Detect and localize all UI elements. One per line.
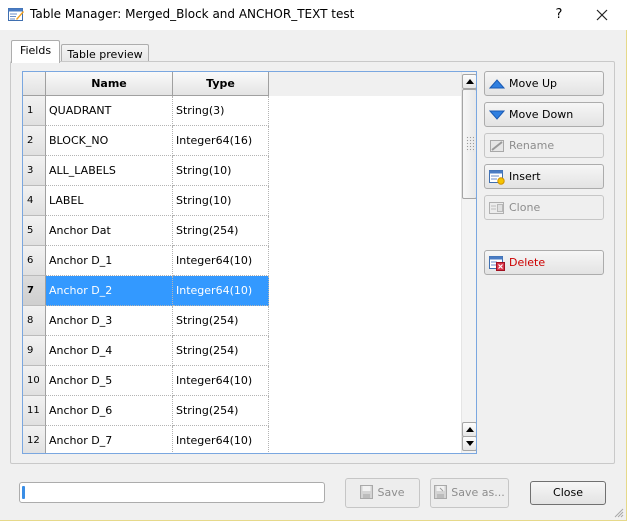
field-name-cell[interactable]: Anchor Dat <box>46 216 173 246</box>
resize-grip-icon[interactable] <box>614 508 624 518</box>
table-row[interactable]: 9 Anchor D_4 String(254) <box>23 336 269 366</box>
field-type-cell[interactable]: String(254) <box>173 216 269 246</box>
grip-icon <box>466 136 474 152</box>
field-type-cell[interactable]: String(3) <box>173 96 269 126</box>
scroll-up-button[interactable] <box>462 74 476 89</box>
progress-bar <box>19 482 325 503</box>
rename-icon <box>490 140 504 152</box>
table-manager-app-icon <box>8 8 24 21</box>
close-button[interactable]: Close <box>530 481 606 505</box>
field-name-cell[interactable]: BLOCK_NO <box>46 126 173 156</box>
row-number-header[interactable]: 2 <box>23 126 46 156</box>
table-row[interactable]: 10 Anchor D_5 Integer64(10) <box>23 366 269 396</box>
arrow-up-icon <box>466 427 474 432</box>
field-type-cell[interactable]: Integer64(16) <box>173 126 269 156</box>
field-type-cell[interactable]: String(254) <box>173 396 269 426</box>
save-as-button[interactable]: Save as... <box>430 478 509 508</box>
table-row[interactable]: 8 Anchor D_3 String(254) <box>23 306 269 336</box>
row-number-header[interactable]: 10 <box>23 366 46 396</box>
save-icon <box>360 485 374 499</box>
arrow-down-icon <box>466 441 474 446</box>
delete-button[interactable]: Delete <box>484 250 604 275</box>
move-down-button[interactable]: Move Down <box>484 102 604 127</box>
table-row[interactable]: 12 Anchor D_7 Integer64(10) <box>23 426 269 453</box>
field-name-cell[interactable]: Anchor D_2 <box>46 276 173 306</box>
field-type-cell[interactable]: Integer64(10) <box>173 276 269 306</box>
delete-label: Delete <box>509 256 546 269</box>
move-up-button[interactable]: Move Up <box>484 71 604 96</box>
row-number-header[interactable]: 4 <box>23 186 46 216</box>
table-row[interactable]: 1 QUADRANT String(3) <box>23 96 269 126</box>
row-number-header[interactable]: 3 <box>23 156 46 186</box>
row-number-header[interactable]: 12 <box>23 426 46 453</box>
field-name-cell[interactable]: Anchor D_7 <box>46 426 173 453</box>
row-number-header[interactable]: 8 <box>23 306 46 336</box>
table-manager-window: Table Manager: Merged_Block and ANCHOR_T… <box>0 0 627 521</box>
field-type-cell[interactable]: String(10) <box>173 156 269 186</box>
rename-button[interactable]: Rename <box>484 133 604 158</box>
scroll-down-button[interactable] <box>462 436 476 451</box>
field-name-cell[interactable]: LABEL <box>46 186 173 216</box>
save-button[interactable]: Save <box>345 478 420 508</box>
select-all-corner[interactable] <box>23 72 46 96</box>
table-row[interactable]: 7 Anchor D_2 Integer64(10) <box>23 276 269 306</box>
table-header: Name Type <box>23 72 476 96</box>
field-name-cell[interactable]: ALL_LABELS <box>46 156 173 186</box>
table-row[interactable]: 11 Anchor D_6 String(254) <box>23 396 269 426</box>
field-name-cell[interactable]: Anchor D_5 <box>46 366 173 396</box>
table-row[interactable]: 5 Anchor Dat String(254) <box>23 216 269 246</box>
fields-table: Name Type 1 QUADRANT String(3) 2 BLOCK_NO Int… <box>22 71 477 454</box>
table-row[interactable]: 6 Anchor D_1 Integer64(10) <box>23 246 269 276</box>
clone-button[interactable]: Clone <box>484 195 604 220</box>
save-as-label: Save as... <box>451 486 505 499</box>
header-filler <box>269 72 461 96</box>
clone-icon <box>489 202 504 214</box>
row-number-header[interactable]: 5 <box>23 216 46 246</box>
field-type-cell[interactable]: String(10) <box>173 186 269 216</box>
column-header-type[interactable]: Type <box>173 72 269 96</box>
table-row[interactable]: 4 LABEL String(10) <box>23 186 269 216</box>
insert-label: Insert <box>509 170 541 183</box>
save-label: Save <box>377 486 405 499</box>
column-header-name[interactable]: Name <box>46 72 173 96</box>
field-name-cell[interactable]: Anchor D_6 <box>46 396 173 426</box>
table-row[interactable]: 2 BLOCK_NO Integer64(16) <box>23 126 269 156</box>
move-down-label: Move Down <box>509 108 574 121</box>
field-type-cell[interactable]: Integer64(10) <box>173 246 269 276</box>
insert-field-icon <box>489 170 505 185</box>
table-row[interactable]: 3 ALL_LABELS String(10) <box>23 156 269 186</box>
field-type-cell[interactable]: String(254) <box>173 336 269 366</box>
arrow-up-icon <box>489 79 505 89</box>
window-close-button[interactable] <box>588 3 616 27</box>
scroll-page-up-button[interactable] <box>462 422 476 437</box>
row-number-header[interactable]: 6 <box>23 246 46 276</box>
arrow-up-icon <box>466 79 474 84</box>
insert-button[interactable]: Insert <box>484 164 604 189</box>
progress-indicator <box>22 486 25 499</box>
title-bar: Table Manager: Merged_Block and ANCHOR_T… <box>0 0 627 30</box>
rename-label: Rename <box>509 139 555 152</box>
delete-field-icon <box>489 256 505 271</box>
field-name-cell[interactable]: Anchor D_4 <box>46 336 173 366</box>
row-number-header[interactable]: 11 <box>23 396 46 426</box>
row-number-header[interactable]: 1 <box>23 96 46 126</box>
save-as-icon <box>434 485 448 499</box>
row-number-header[interactable]: 7 <box>23 276 46 306</box>
field-type-cell[interactable]: Integer64(10) <box>173 366 269 396</box>
arrow-down-icon <box>489 110 505 120</box>
window-title: Table Manager: Merged_Block and ANCHOR_T… <box>30 7 355 21</box>
row-number-header[interactable]: 9 <box>23 336 46 366</box>
vertical-scrollbar[interactable] <box>461 72 476 453</box>
scrollbar-thumb[interactable] <box>462 89 476 199</box>
tab-fields[interactable]: Fields <box>11 40 60 63</box>
clone-label: Clone <box>509 201 541 214</box>
close-icon <box>596 9 608 21</box>
field-type-cell[interactable]: Integer64(10) <box>173 426 269 453</box>
field-name-cell[interactable]: QUADRANT <box>46 96 173 126</box>
field-name-cell[interactable]: Anchor D_3 <box>46 306 173 336</box>
field-type-cell[interactable]: String(254) <box>173 306 269 336</box>
field-name-cell[interactable]: Anchor D_1 <box>46 246 173 276</box>
move-up-label: Move Up <box>509 77 558 90</box>
help-button[interactable]: ? <box>548 4 570 26</box>
